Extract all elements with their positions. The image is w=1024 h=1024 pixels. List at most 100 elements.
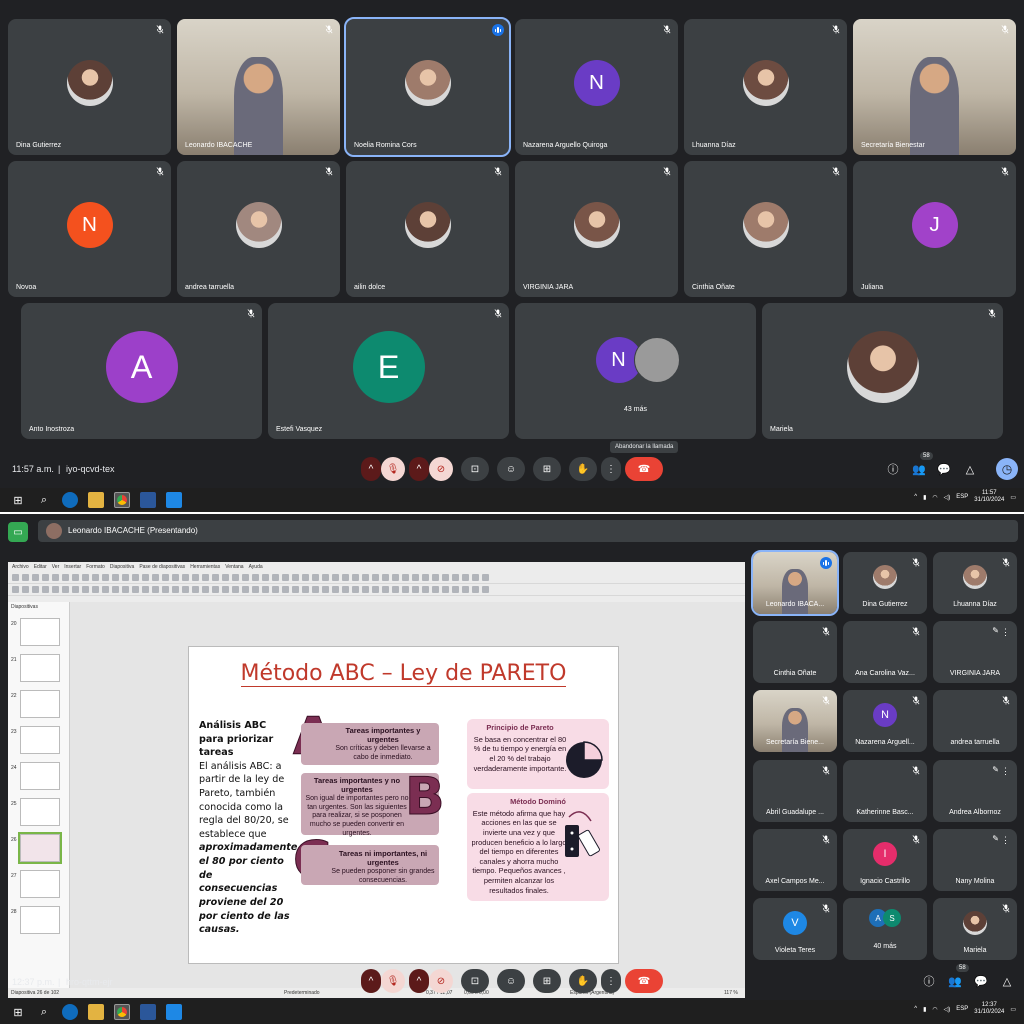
toolbar-button[interactable] — [132, 574, 139, 581]
toolbar-button[interactable] — [62, 586, 69, 593]
slide-thumbnail[interactable]: 27 — [11, 870, 60, 898]
wifi-icon[interactable]: ◠ — [932, 494, 937, 501]
toolbar-button[interactable] — [282, 574, 289, 581]
slide-thumbnail[interactable]: 22 — [11, 690, 60, 718]
toolbar-button[interactable] — [322, 574, 329, 581]
toolbar-button[interactable] — [412, 586, 419, 593]
participant-tile[interactable]: Mariela — [762, 303, 1003, 439]
toolbar-button[interactable] — [162, 586, 169, 593]
emoji-icon[interactable]: ☺ — [497, 969, 525, 993]
participant-tile[interactable]: I Ignacio Castrillo — [843, 828, 927, 891]
wifi-icon[interactable]: ◠ — [932, 1006, 937, 1013]
camera-off-icon[interactable]: ⊘ — [429, 969, 453, 993]
toolbar-button[interactable] — [112, 586, 119, 593]
captions-icon[interactable]: ⊡ — [461, 457, 489, 481]
toolbar-button[interactable] — [402, 586, 409, 593]
participant-tile[interactable]: Nany Molina ✎ ⋮ — [933, 828, 1017, 891]
participant-tile[interactable]: Leonardo IBACACHE — [177, 19, 340, 155]
volume-icon[interactable]: ◁) — [944, 1006, 951, 1013]
windows-start-icon[interactable]: ⊞ — [10, 492, 26, 508]
toolbar-button[interactable] — [182, 586, 189, 593]
toolbar-button[interactable] — [42, 574, 49, 581]
toolbar-button[interactable] — [322, 586, 329, 593]
menu-item[interactable]: Ayuda — [249, 564, 263, 570]
toolbar-button[interactable] — [442, 586, 449, 593]
slide-thumbnail[interactable]: 25 — [11, 798, 60, 826]
toolbar-button[interactable] — [32, 586, 39, 593]
participant-tile[interactable]: Axel Campos Me... — [753, 828, 837, 891]
toolbar-button[interactable] — [432, 586, 439, 593]
chevron-up-icon[interactable]: ^ — [914, 494, 917, 500]
toolbar-button[interactable] — [262, 586, 269, 593]
participant-tile[interactable]: Andrea Albornoz ✎ ⋮ — [933, 759, 1017, 822]
toolbar-button[interactable] — [482, 586, 489, 593]
pin-icon[interactable]: ✎ — [992, 765, 999, 774]
toolbar-button[interactable] — [132, 586, 139, 593]
present-screen-icon[interactable]: ⊞ — [533, 969, 561, 993]
notification-icon[interactable]: ▭ — [1010, 494, 1016, 501]
chat-icon[interactable]: 💬 — [972, 972, 990, 990]
toolbar-button[interactable] — [62, 574, 69, 581]
toolbar-button[interactable] — [482, 574, 489, 581]
toolbar-button[interactable] — [362, 574, 369, 581]
toolbar-button[interactable] — [382, 574, 389, 581]
activities-icon[interactable]: △ — [998, 972, 1016, 990]
more-options-icon[interactable]: ⋮ — [601, 457, 621, 481]
battery-icon[interactable]: ▮ — [923, 494, 926, 501]
mic-options-button[interactable]: ^ — [361, 457, 381, 481]
toolbar-button[interactable] — [402, 574, 409, 581]
toolbar-button[interactable] — [352, 574, 359, 581]
participant-tile[interactable]: Noelia Romina Cors — [344, 17, 511, 157]
toolbar-button[interactable] — [222, 574, 229, 581]
toolbar-button[interactable] — [122, 586, 129, 593]
toolbar-button[interactable] — [82, 586, 89, 593]
menu-item[interactable]: Diapositiva — [110, 564, 134, 570]
toolbar-button[interactable] — [12, 574, 19, 581]
more-options-icon[interactable]: ⋮ — [1001, 627, 1010, 638]
captions-icon[interactable]: ⊡ — [461, 969, 489, 993]
menu-item[interactable]: Editar — [34, 564, 47, 570]
participant-tile[interactable]: J Juliana — [853, 161, 1016, 297]
toolbar-button[interactable] — [122, 574, 129, 581]
participant-tile[interactable]: N Nazarena Arguell... — [843, 690, 927, 753]
toolbar-button[interactable] — [292, 586, 299, 593]
participant-tile[interactable]: Abril Guadalupe ... — [753, 759, 837, 822]
toolbar-button[interactable] — [362, 586, 369, 593]
toolbar-button[interactable] — [272, 586, 279, 593]
toolbar-button[interactable] — [92, 586, 99, 593]
toolbar-button[interactable] — [472, 586, 479, 593]
toolbar-button[interactable] — [392, 586, 399, 593]
slide-thumbnail[interactable]: 20 — [11, 618, 60, 646]
participant-tile[interactable]: andrea tarruella — [933, 690, 1017, 753]
toolbar-button[interactable] — [232, 574, 239, 581]
toolbar-button[interactable] — [142, 574, 149, 581]
participant-tile[interactable]: Dina Gutierrez — [843, 552, 927, 614]
activities-icon[interactable]: △ — [961, 460, 979, 478]
toolbar-button[interactable] — [442, 574, 449, 581]
toolbar-button[interactable] — [372, 574, 379, 581]
clock[interactable]: 12:37 31/10/2024 — [974, 1002, 1004, 1016]
participant-tile[interactable]: Cinthia Oñate — [753, 621, 837, 684]
toolbar-button[interactable] — [222, 586, 229, 593]
toolbar-button[interactable] — [212, 574, 219, 581]
toolbar-button[interactable] — [102, 586, 109, 593]
toolbar-button[interactable] — [422, 574, 429, 581]
present-screen-icon[interactable]: ⊞ — [533, 457, 561, 481]
participant-tile[interactable]: Mariela — [933, 898, 1017, 960]
file-explorer-icon[interactable] — [88, 1004, 104, 1020]
menu-item[interactable]: Ventana — [225, 564, 243, 570]
leave-call-button[interactable]: ☎ — [625, 969, 663, 993]
participant-tile[interactable]: N Nazarena Arguello Quiroga — [515, 19, 678, 155]
mic-off-icon[interactable]: 🎙 — [381, 969, 405, 993]
menu-item[interactable]: Formato — [86, 564, 105, 570]
participant-tile[interactable]: Ana Carolina Vaz... — [843, 621, 927, 684]
toolbar-button[interactable] — [212, 586, 219, 593]
raise-hand-icon[interactable]: ✋ — [569, 969, 597, 993]
toolbar-button[interactable] — [202, 574, 209, 581]
toolbar-button[interactable] — [452, 574, 459, 581]
participant-tile[interactable]: Dina Gutierrez — [8, 19, 171, 155]
toolbar-button[interactable] — [52, 574, 59, 581]
toolbar-button[interactable] — [462, 574, 469, 581]
toolbar-button[interactable] — [392, 574, 399, 581]
toolbar-button[interactable] — [352, 586, 359, 593]
